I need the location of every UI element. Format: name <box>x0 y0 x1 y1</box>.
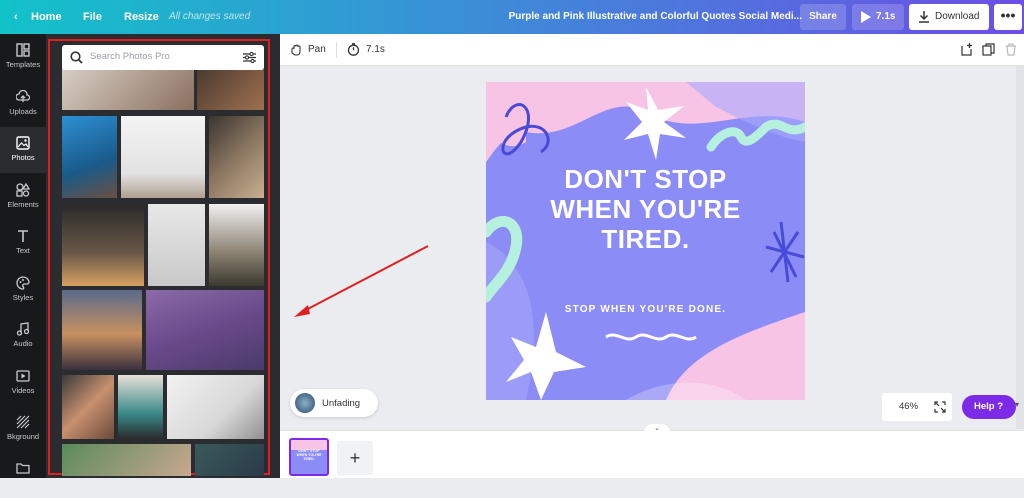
help-button[interactable]: Help ? <box>962 395 1016 419</box>
sidebar-item-elements[interactable]: Elements <box>0 174 46 220</box>
sidebar-item-folder[interactable] <box>0 452 46 498</box>
design-page[interactable]: DON'T STOP WHEN YOU'RE TIRED. STOP WHEN … <box>486 82 805 400</box>
sidebar-item-label: Audio <box>13 339 33 348</box>
annotation-arrow <box>294 245 429 317</box>
photos-icon <box>16 136 30 150</box>
pan-button[interactable]: Pan <box>308 34 326 66</box>
chevron-down-icon[interactable]: ▾ <box>1015 400 1019 409</box>
audio-track-pill[interactable]: Unfading <box>290 389 378 417</box>
download-icon <box>919 11 929 23</box>
sidebar-item-label: Elements <box>7 200 39 209</box>
sidebar-item-label: Photos <box>11 153 35 162</box>
play-icon <box>861 11 871 23</box>
expand-strip-icon[interactable]: ⌄ <box>644 424 670 434</box>
sidebar-item-label: Videos <box>11 386 35 395</box>
pan-icon <box>291 44 301 56</box>
photo-thumbnail[interactable] <box>148 204 205 286</box>
sidebar-item-styles[interactable]: Styles <box>0 267 46 313</box>
search-input[interactable]: Search Photos Pro <box>90 51 170 62</box>
palette-icon <box>16 276 30 290</box>
resize-menu[interactable]: Resize <box>124 0 159 34</box>
sidebar-item-text[interactable]: Text <box>0 220 46 266</box>
play-duration: 7.1s <box>876 11 896 22</box>
sidebar-item-uploads[interactable]: Uploads <box>0 81 46 127</box>
scrollbar[interactable] <box>1016 66 1024 429</box>
elements-icon <box>16 183 30 197</box>
photo-search-bar[interactable]: Search Photos Pro <box>62 45 264 70</box>
design-quote[interactable]: DON'T STOP WHEN YOU'RE TIRED. <box>486 164 805 254</box>
add-page-icon[interactable] <box>960 43 973 56</box>
video-icon <box>16 370 30 382</box>
folder-icon <box>16 463 30 474</box>
photo-thumbnail[interactable] <box>195 444 264 476</box>
photo-thumbnail[interactable] <box>62 290 142 370</box>
photo-thumbnail[interactable] <box>62 375 114 439</box>
sidebar: Templates Uploads Photos Elements Text S… <box>0 34 46 478</box>
zoom-control[interactable]: 46% <box>882 393 952 421</box>
search-icon <box>70 51 83 64</box>
sidebar-item-label: Templates <box>5 60 41 69</box>
home-button[interactable]: Home <box>31 0 62 34</box>
play-button[interactable]: 7.1s <box>852 4 904 30</box>
document-title[interactable]: Purple and Pink Illustrative and Colorfu… <box>509 0 802 34</box>
duration-button[interactable]: 7.1s <box>366 34 385 66</box>
templates-icon <box>16 43 30 57</box>
music-icon <box>16 322 30 336</box>
sidebar-item-videos[interactable]: Videos <box>0 360 46 406</box>
photo-thumbnail[interactable] <box>209 116 264 198</box>
top-bar: ‹ Home File Resize All changes saved Pur… <box>0 0 1024 34</box>
back-chevron-icon[interactable]: ‹ <box>14 0 18 34</box>
photo-thumbnail[interactable] <box>197 68 264 110</box>
thumbnail-caption: DON'T STOP WHEN YOU'RE TIRED. <box>296 449 322 461</box>
download-label: Download <box>935 11 980 22</box>
delete-page-icon[interactable] <box>1005 43 1017 56</box>
file-menu[interactable]: File <box>83 0 102 34</box>
quote-line: DON'T STOP <box>564 164 727 194</box>
sidebar-item-label: Bkground <box>6 432 40 441</box>
audio-thumbnail <box>295 393 315 413</box>
photo-thumbnail[interactable] <box>146 290 264 370</box>
sidebar-item-background[interactable]: Bkground <box>0 406 46 452</box>
filter-icon[interactable] <box>243 51 256 64</box>
photo-thumbnail[interactable] <box>62 204 144 286</box>
duplicate-page-icon[interactable] <box>982 43 995 56</box>
divider <box>336 42 337 58</box>
quote-line: WHEN YOU'RE <box>550 194 741 224</box>
sidebar-item-templates[interactable]: Templates <box>0 34 46 80</box>
text-icon <box>18 230 28 242</box>
photo-thumbnail[interactable] <box>209 204 264 286</box>
download-button[interactable]: Download <box>909 4 989 30</box>
add-page-button[interactable]: + <box>337 441 373 475</box>
timer-icon <box>347 43 360 56</box>
zoom-level: 46% <box>899 401 919 412</box>
audio-track-label: Unfading <box>322 398 361 409</box>
more-options-button[interactable]: ••• <box>994 4 1022 30</box>
canvas-toolbar: Pan 7.1s <box>280 34 1024 66</box>
photo-thumbnail[interactable] <box>118 375 163 439</box>
sidebar-item-label: Text <box>16 246 30 255</box>
photo-thumbnail[interactable] <box>62 68 194 110</box>
upload-icon <box>16 90 30 102</box>
photo-thumbnail[interactable] <box>121 116 205 198</box>
photo-thumbnail[interactable] <box>167 375 264 439</box>
page-strip: ⌄ <box>280 424 1024 478</box>
photo-thumbnail[interactable] <box>62 116 117 198</box>
design-subtext[interactable]: STOP WHEN YOU'RE DONE. <box>486 304 805 315</box>
sidebar-item-audio[interactable]: Audio <box>0 313 46 359</box>
fullscreen-icon[interactable] <box>934 401 946 413</box>
sidebar-item-label: Styles <box>12 293 34 302</box>
sidebar-item-photos[interactable]: Photos <box>0 127 46 173</box>
quote-line: TIRED. <box>601 224 690 254</box>
photo-thumbnail[interactable] <box>62 444 191 476</box>
save-status: All changes saved <box>169 11 251 22</box>
background-icon <box>16 415 30 429</box>
page-thumbnail[interactable]: DON'T STOP WHEN YOU'RE TIRED. <box>289 438 329 476</box>
sidebar-item-label: Uploads <box>9 107 37 116</box>
share-button[interactable]: Share <box>800 4 846 30</box>
